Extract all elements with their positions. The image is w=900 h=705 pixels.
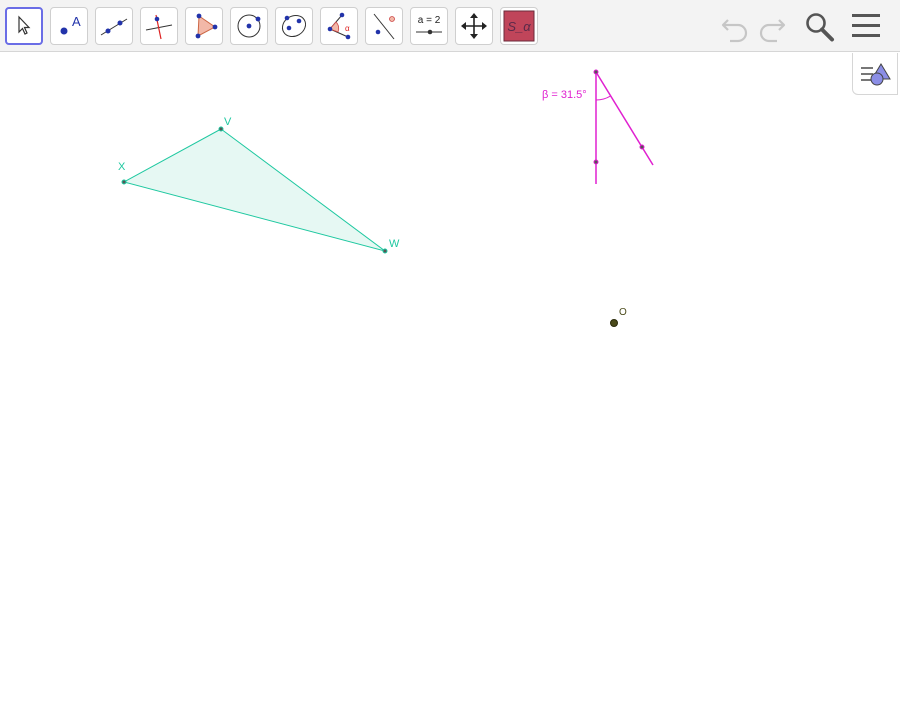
polygon-tool-button[interactable] xyxy=(185,7,223,45)
point-o-label: O xyxy=(619,307,627,318)
angle-icon: α xyxy=(327,12,351,40)
toolbar: A α a = 2 S_α xyxy=(0,0,900,52)
perpendicular-tool-button[interactable] xyxy=(140,7,178,45)
point-o[interactable] xyxy=(610,319,618,327)
search-icon[interactable] xyxy=(803,8,835,44)
angle-arc xyxy=(595,95,611,101)
point-icon: A xyxy=(60,14,81,35)
point-tool-button[interactable]: A xyxy=(50,7,88,45)
graphics-view[interactable]: V W X β = 31.5° O xyxy=(0,53,900,700)
angle-point-vertical[interactable] xyxy=(593,159,599,165)
vertex-x[interactable] xyxy=(121,179,127,185)
reflect-tool-button[interactable] xyxy=(365,7,403,45)
move-arrow-icon xyxy=(18,15,31,35)
vertex-v-label: V xyxy=(224,116,232,128)
circle-tool-button[interactable] xyxy=(230,7,268,45)
line-tool-button[interactable] xyxy=(95,7,133,45)
vertex-w-label: W xyxy=(389,238,400,250)
angle-vertex-point[interactable] xyxy=(593,69,599,75)
circle-center-point-icon xyxy=(237,14,261,38)
ellipse-icon xyxy=(281,14,307,38)
angle-ray-slanted[interactable] xyxy=(595,71,654,166)
slider-icon: a = 2 xyxy=(416,15,442,35)
move-tool-button[interactable] xyxy=(5,7,43,45)
vertex-x-label: X xyxy=(118,161,126,173)
style-bar-toggle-button[interactable] xyxy=(852,53,898,95)
custom-tool-label: S_α xyxy=(507,19,531,34)
graphics-canvas[interactable]: V W X β = 31.5° O xyxy=(0,53,900,700)
menu-icon[interactable] xyxy=(850,8,882,44)
slider-tool-button[interactable]: a = 2 xyxy=(410,7,448,45)
slider-tool-label: a = 2 xyxy=(418,15,441,26)
graphics-style-icon xyxy=(861,62,891,85)
angle-tool-button[interactable]: α xyxy=(320,7,358,45)
angle-beta-label: β = 31.5° xyxy=(542,89,587,101)
vertex-w[interactable] xyxy=(382,248,388,254)
redo-icon[interactable] xyxy=(757,8,787,44)
undo-icon[interactable] xyxy=(720,8,750,44)
vertex-v[interactable] xyxy=(218,126,224,132)
line-through-points-icon xyxy=(100,18,128,36)
polygon-icon xyxy=(195,13,218,39)
triangle-polygon[interactable] xyxy=(122,128,386,252)
reflect-about-line-icon xyxy=(373,13,395,40)
move-view-tool-button[interactable] xyxy=(455,7,493,45)
custom-tool-button[interactable]: S_α xyxy=(500,7,538,45)
move-graphics-view-icon xyxy=(461,13,487,39)
point-tool-label: A xyxy=(72,14,81,29)
svg-text:α: α xyxy=(345,24,350,33)
custom-tool-icon: S_α xyxy=(503,10,535,42)
conic-tool-button[interactable] xyxy=(275,7,313,45)
perpendicular-line-icon xyxy=(145,14,173,40)
angle-point-slanted[interactable] xyxy=(639,144,645,150)
